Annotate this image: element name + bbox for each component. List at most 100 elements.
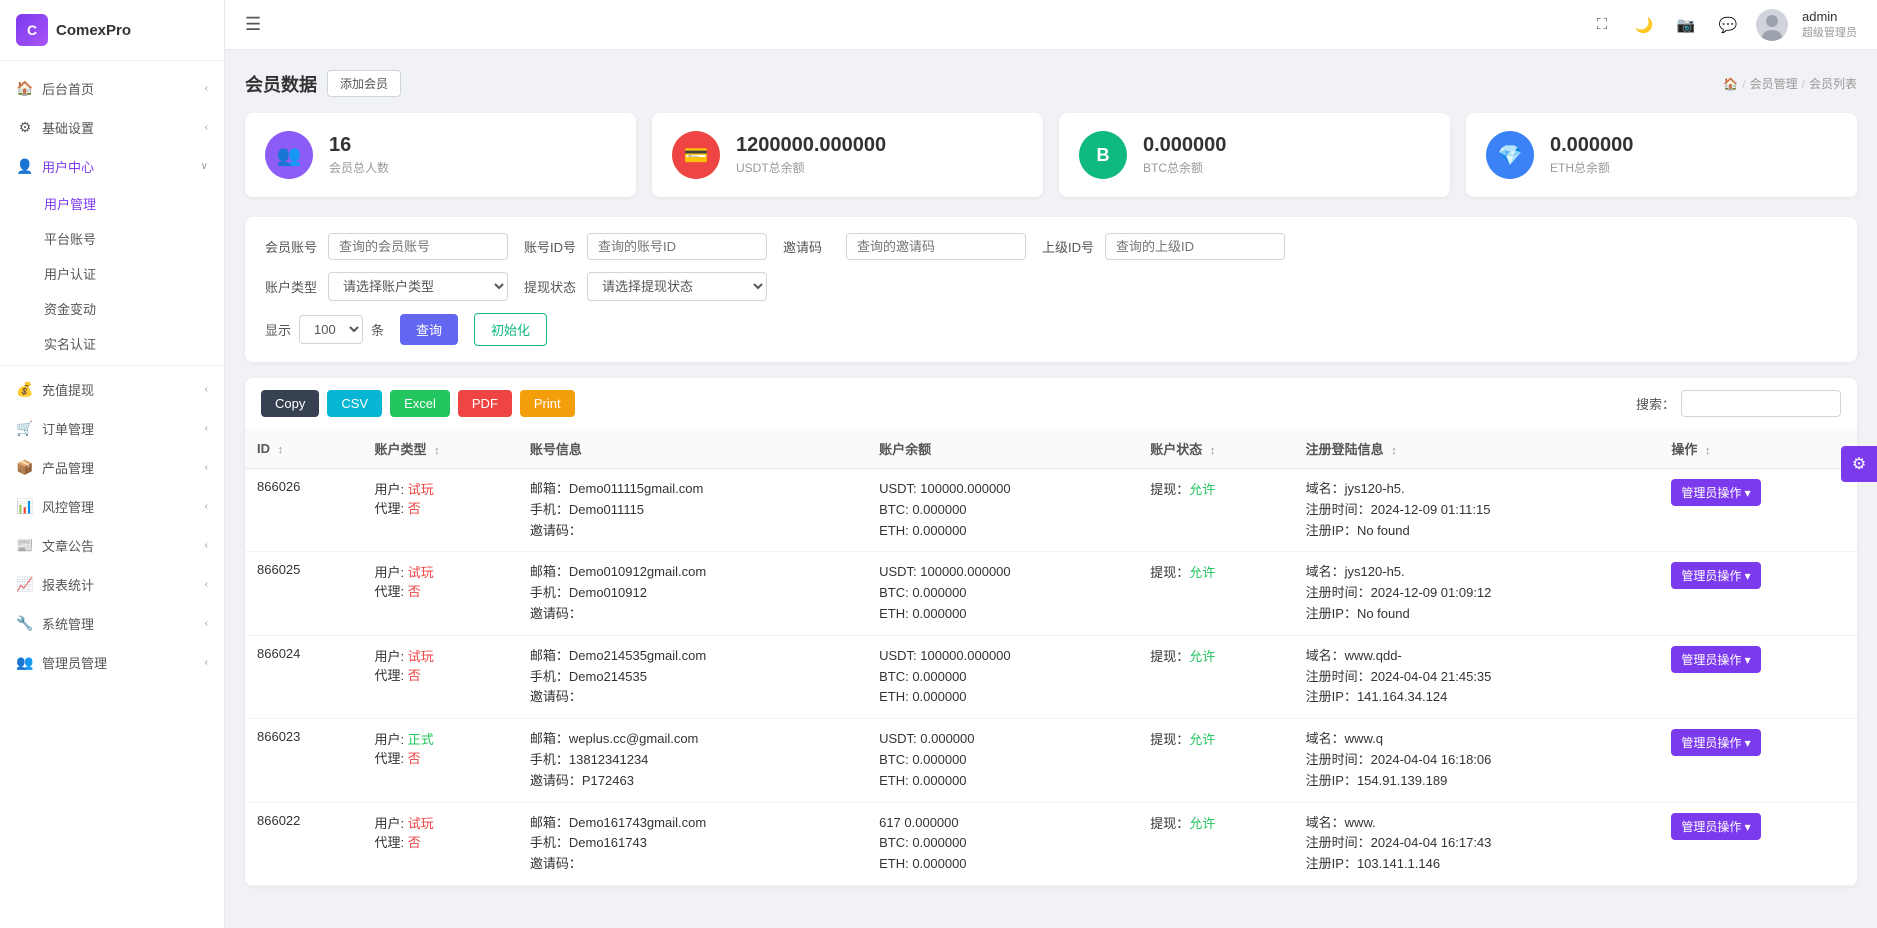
- withdraw-select[interactable]: 请选择提现状态允许禁止: [587, 272, 767, 301]
- sidebar-item-articles[interactable]: 📰 文章公告 ‹: [0, 526, 224, 565]
- sidebar-item-reports[interactable]: 📈 报表统计 ‹: [0, 565, 224, 604]
- sidebar-item-real-name[interactable]: 实名认证: [0, 326, 224, 361]
- add-member-button[interactable]: 添加会员: [327, 70, 401, 97]
- admin-action-button[interactable]: 管理员操作 ▾: [1671, 646, 1760, 673]
- pdf-button[interactable]: PDF: [458, 390, 512, 417]
- cell-account-type: 用户: 试玩 代理: 否: [362, 552, 517, 635]
- cell-account-info: 邮箱：weplus.cc@gmail.com 手机：13812341234 邀请…: [518, 719, 867, 802]
- sidebar-item-system[interactable]: 🔧 系统管理 ‹: [0, 604, 224, 643]
- breadcrumb-home-icon[interactable]: 🏠: [1723, 77, 1738, 91]
- cell-reg-info: 域名：www. 注册时间：2024-04-04 16:17:43 注册IP：10…: [1294, 802, 1660, 885]
- sidebar-item-asset-change[interactable]: 资金变动: [0, 291, 224, 326]
- cell-balance: 617 0.000000 BTC: 0.000000 ETH: 0.000000: [867, 802, 1138, 885]
- fullscreen-icon[interactable]: ⛶: [1588, 11, 1616, 39]
- cell-action[interactable]: 管理员操作 ▾: [1659, 552, 1857, 635]
- stat-label-members: 会员总人数: [329, 159, 389, 176]
- breadcrumb: 🏠 / 会员管理 / 会员列表: [1723, 75, 1857, 92]
- sidebar-item-dashboard[interactable]: 🏠 后台首页 ‹: [0, 69, 224, 108]
- stat-value-usdt: 1200000.000000: [736, 134, 886, 157]
- filter-section: 会员账号 账号ID号 邀请码 上级ID号 账户类型: [245, 217, 1857, 362]
- cell-id: 866023: [245, 719, 362, 802]
- articles-icon: 📰: [16, 537, 34, 555]
- cell-action[interactable]: 管理员操作 ▾: [1659, 802, 1857, 885]
- table-buttons: Copy CSV Excel PDF Print: [261, 390, 575, 417]
- nav-divider-1: [0, 365, 224, 366]
- recharge-icon: 💰: [16, 381, 34, 399]
- col-status[interactable]: 账户状态 ↕: [1138, 429, 1293, 469]
- cell-reg-info: 域名：jys120-h5. 注册时间：2024-12-09 01:09:12 注…: [1294, 552, 1660, 635]
- eth-icon: 💎: [1486, 131, 1534, 179]
- cell-reg-info: 域名：jys120-h5. 注册时间：2024-12-09 01:11:15 注…: [1294, 469, 1660, 552]
- reset-button[interactable]: 初始化: [474, 313, 547, 346]
- admin-action-button[interactable]: 管理员操作 ▾: [1671, 562, 1760, 589]
- sidebar-item-platform-account[interactable]: 平台账号: [0, 221, 224, 256]
- table-section: Copy CSV Excel PDF Print 搜索： ID ↕ 账户类型 ↕…: [245, 378, 1857, 886]
- superior-input[interactable]: [1105, 233, 1285, 260]
- table-row: 866026 用户: 试玩 代理: 否 邮箱：Demo011115gmail.c…: [245, 469, 1857, 552]
- search-input[interactable]: [1681, 390, 1841, 417]
- sidebar-item-risk[interactable]: 📊 风控管理 ‹: [0, 487, 224, 526]
- print-button[interactable]: Print: [520, 390, 575, 417]
- settings-fab-button[interactable]: ⚙: [1841, 446, 1877, 482]
- theme-icon[interactable]: 🌙: [1630, 11, 1658, 39]
- admin-action-button[interactable]: 管理员操作 ▾: [1671, 813, 1760, 840]
- sidebar-nav: 🏠 后台首页 ‹ ⚙ 基础设置 ‹ 👤 用户中心 ∨ 用户管理 平台账号: [0, 61, 224, 928]
- header: ☰ ⛶ 🌙 📷 💬 admin 超级管理员: [225, 0, 1877, 50]
- sidebar-item-products[interactable]: 📦 产品管理 ‹: [0, 448, 224, 487]
- col-balance: 账户余额: [867, 429, 1138, 469]
- copy-button[interactable]: Copy: [261, 390, 319, 417]
- stat-value-members: 16: [329, 134, 389, 157]
- col-reg-info[interactable]: 注册登陆信息 ↕: [1294, 429, 1660, 469]
- page-header: 会员数据 添加会员 🏠 / 会员管理 / 会员列表: [245, 70, 1857, 97]
- cell-status: 提现：允许: [1138, 552, 1293, 635]
- cell-account-type: 用户: 试玩 代理: 否: [362, 635, 517, 718]
- cell-balance: USDT: 100000.000000 BTC: 0.000000 ETH: 0…: [867, 469, 1138, 552]
- query-button[interactable]: 查询: [400, 314, 458, 345]
- breadcrumb-sep-1: /: [1742, 77, 1745, 91]
- stat-card-eth: 💎 0.000000 ETH总余额: [1466, 113, 1857, 197]
- cell-account-type: 用户: 正式 代理: 否: [362, 719, 517, 802]
- col-action[interactable]: 操作 ↕: [1659, 429, 1857, 469]
- invite-input[interactable]: [846, 233, 1026, 260]
- id-input[interactable]: [587, 233, 767, 260]
- admin-action-button[interactable]: 管理员操作 ▾: [1671, 729, 1760, 756]
- account-type-label: 账户类型: [265, 277, 320, 296]
- excel-button[interactable]: Excel: [390, 390, 450, 417]
- screenshot-icon[interactable]: 📷: [1672, 11, 1700, 39]
- col-id[interactable]: ID ↕: [245, 429, 362, 469]
- nav-arrow-orders: ‹: [205, 423, 208, 434]
- col-account-type[interactable]: 账户类型 ↕: [362, 429, 517, 469]
- cell-action[interactable]: 管理员操作 ▾: [1659, 719, 1857, 802]
- notification-icon[interactable]: 💬: [1714, 11, 1742, 39]
- sidebar-item-user-management[interactable]: 用户管理: [0, 186, 224, 221]
- nav-arrow-admin: ‹: [205, 657, 208, 668]
- sidebar-item-user-auth[interactable]: 用户认证: [0, 256, 224, 291]
- main-wrapper: ☰ ⛶ 🌙 📷 💬 admin 超级管理员 会员数据 添加会员 🏠: [225, 0, 1877, 928]
- admin-action-button[interactable]: 管理员操作 ▾: [1671, 479, 1760, 506]
- cell-status: 提现：允许: [1138, 719, 1293, 802]
- nav-arrow-reports: ‹: [205, 579, 208, 590]
- table-row: 866025 用户: 试玩 代理: 否 邮箱：Demo010912gmail.c…: [245, 552, 1857, 635]
- table-search: 搜索：: [1636, 390, 1841, 417]
- invite-label: 邀请码: [783, 237, 838, 256]
- sidebar-item-orders[interactable]: 🛒 订单管理 ‹: [0, 409, 224, 448]
- breadcrumb-level2: 会员列表: [1809, 75, 1857, 92]
- sidebar-item-admin-mgmt[interactable]: 👥 管理员管理 ‹: [0, 643, 224, 682]
- sidebar-item-settings[interactable]: ⚙ 基础设置 ‹: [0, 108, 224, 147]
- sub-label-asset: 资金变动: [44, 299, 96, 318]
- per-page-select[interactable]: 1005025: [299, 315, 363, 344]
- sidebar-item-user-center[interactable]: 👤 用户中心 ∨: [0, 147, 224, 186]
- cell-id: 866024: [245, 635, 362, 718]
- cell-status: 提现：允许: [1138, 802, 1293, 885]
- account-type-select[interactable]: 请选择账户类型试玩正式: [328, 272, 508, 301]
- sidebar-item-recharge[interactable]: 💰 充值提现 ‹: [0, 370, 224, 409]
- cell-action[interactable]: 管理员操作 ▾: [1659, 469, 1857, 552]
- csv-button[interactable]: CSV: [327, 390, 382, 417]
- nav-arrow-articles: ‹: [205, 540, 208, 551]
- menu-toggle-icon[interactable]: ☰: [245, 14, 261, 35]
- cell-action[interactable]: 管理员操作 ▾: [1659, 635, 1857, 718]
- btc-icon: B: [1079, 131, 1127, 179]
- sub-label-user-management: 用户管理: [44, 194, 96, 213]
- logo: C ComexPro: [0, 0, 224, 61]
- account-input[interactable]: [328, 233, 508, 260]
